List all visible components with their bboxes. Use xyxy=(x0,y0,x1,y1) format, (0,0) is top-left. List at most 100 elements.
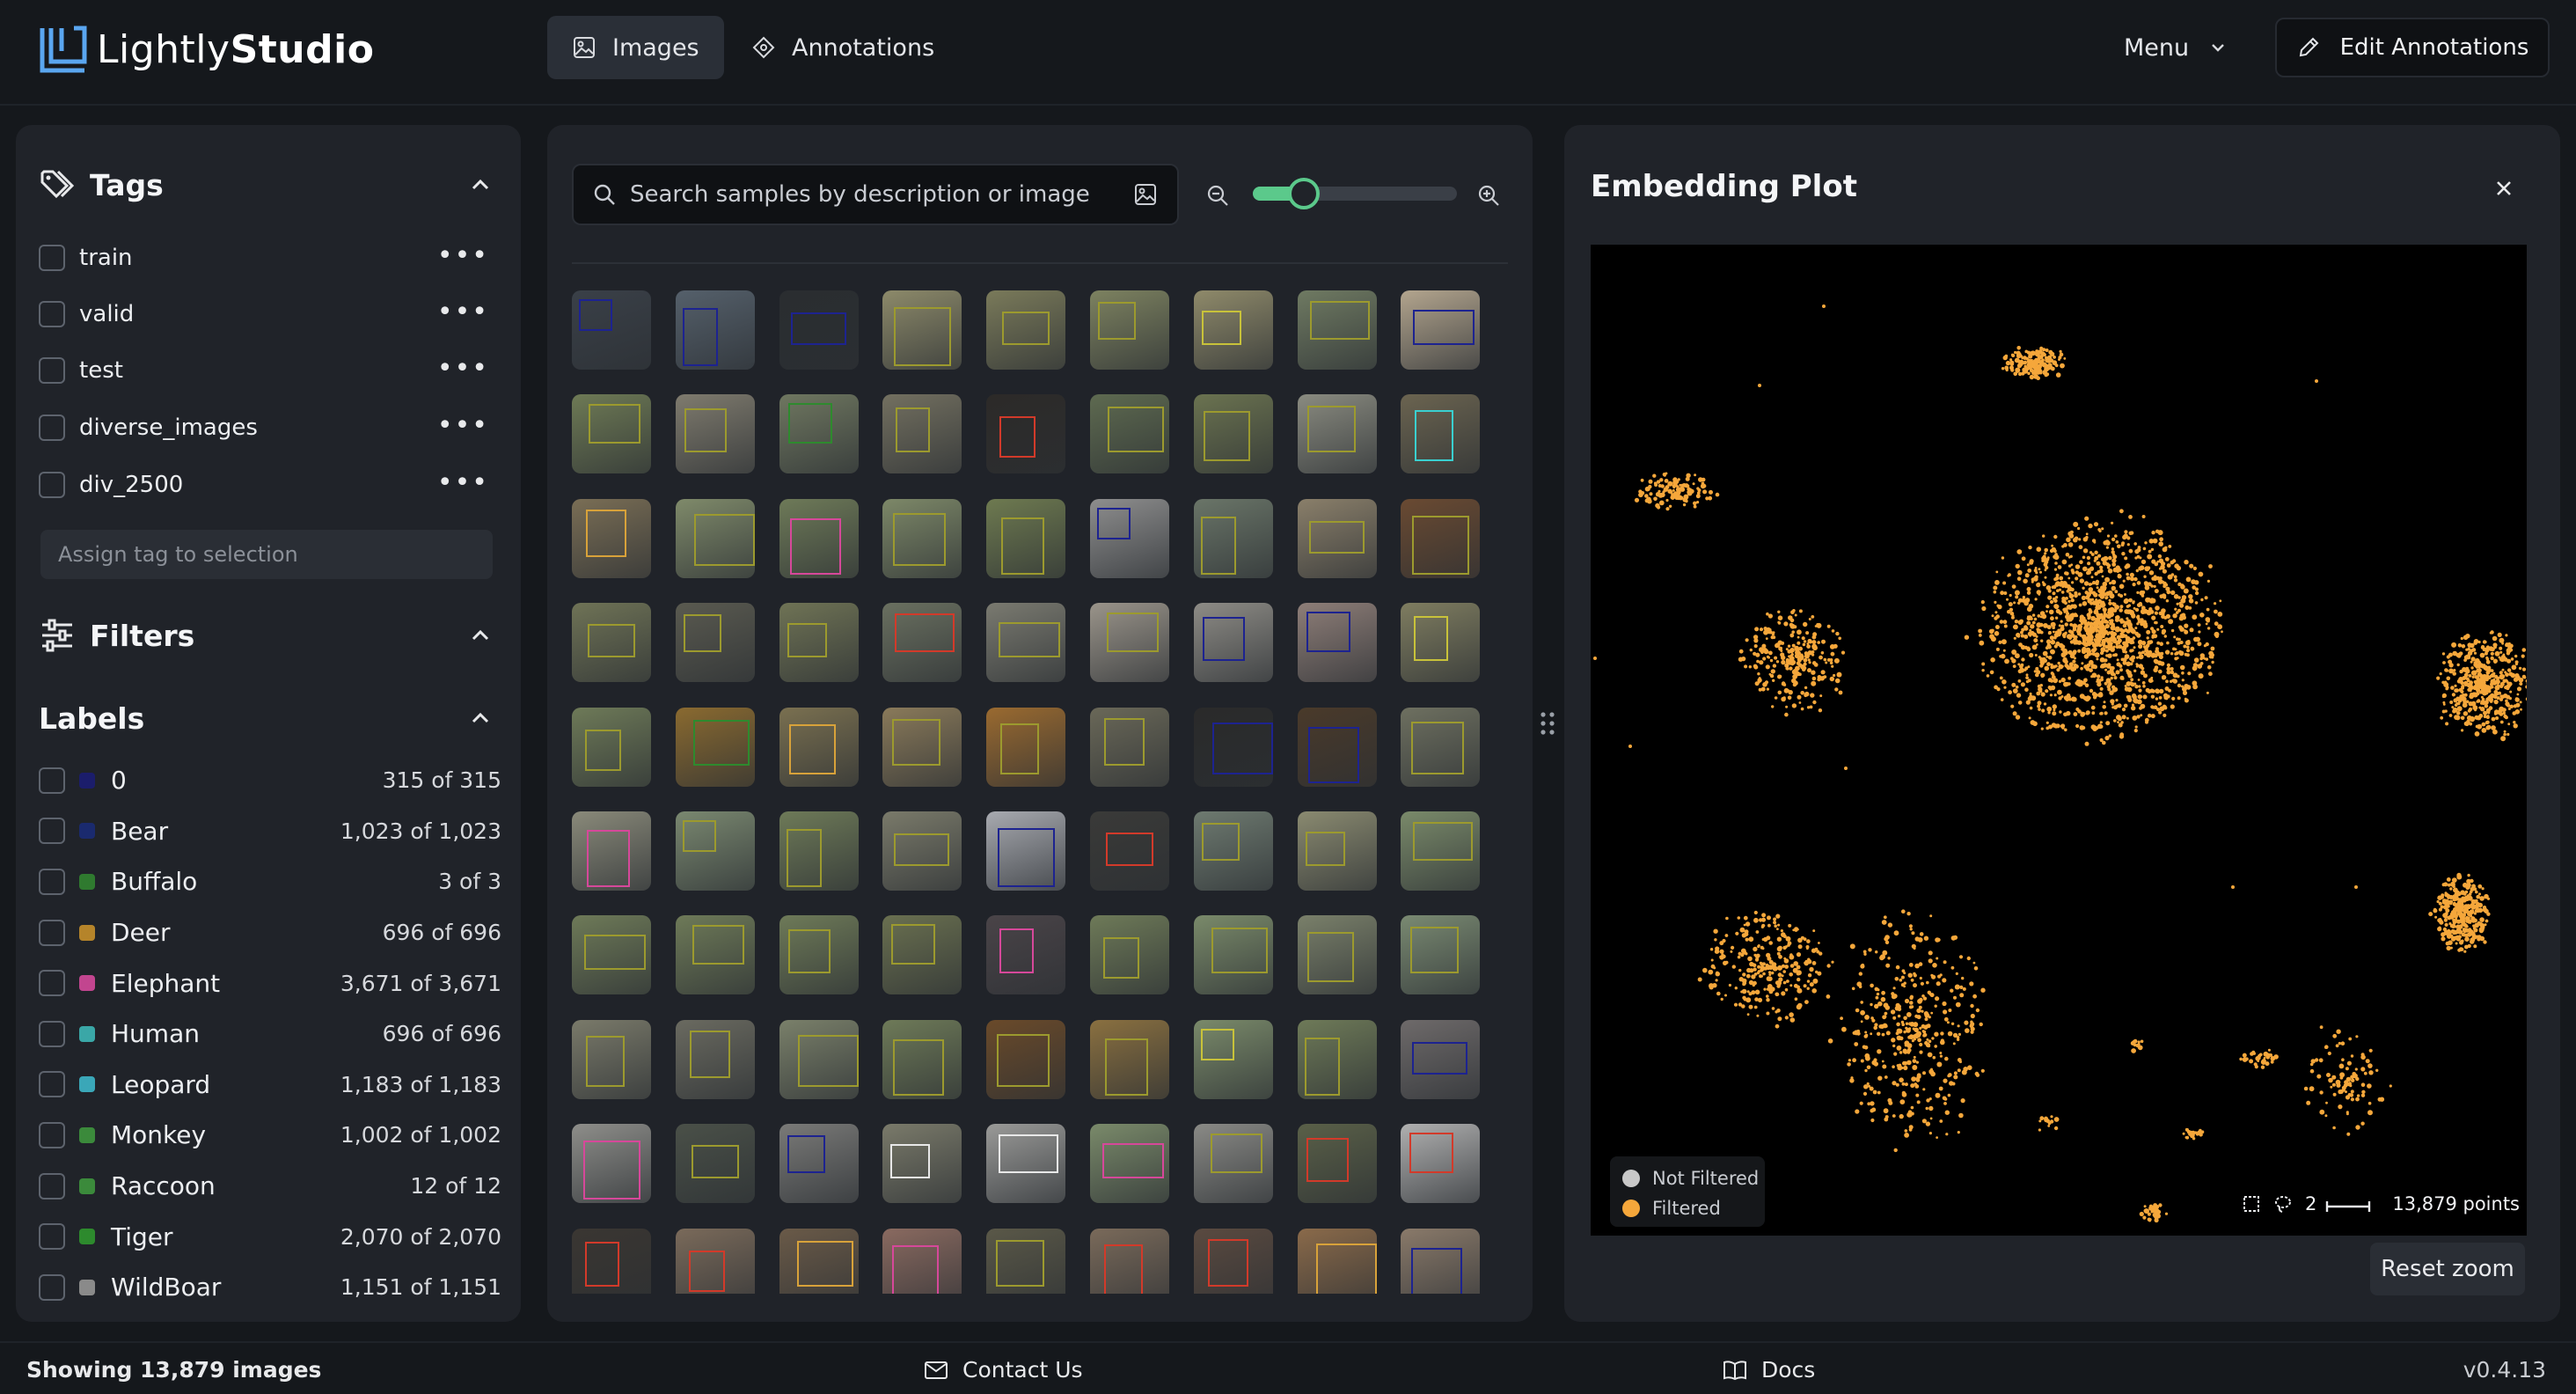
plot-point[interactable] xyxy=(1808,661,1811,664)
plot-point[interactable] xyxy=(2185,685,2192,690)
plot-point[interactable] xyxy=(2023,645,2028,649)
image-thumbnail[interactable] xyxy=(1090,603,1169,683)
plot-point[interactable] xyxy=(2111,685,2116,689)
plot-point[interactable] xyxy=(2500,674,2506,679)
plot-point[interactable] xyxy=(2485,659,2491,664)
plot-point[interactable] xyxy=(1911,943,1916,949)
plot-point[interactable] xyxy=(2451,693,2455,697)
plot-point[interactable] xyxy=(2148,570,2155,576)
plot-point[interactable] xyxy=(2014,590,2020,596)
plot-point[interactable] xyxy=(2166,663,2170,667)
plot-point[interactable] xyxy=(1804,691,1810,697)
plot-point[interactable] xyxy=(1928,1132,1932,1135)
plot-point[interactable] xyxy=(2505,701,2510,707)
plot-point[interactable] xyxy=(2004,658,2009,664)
plot-point[interactable] xyxy=(1936,1136,1938,1139)
plot-point[interactable] xyxy=(1777,674,1782,679)
plot-point[interactable] xyxy=(2467,873,2470,877)
plot-point[interactable] xyxy=(2338,1090,2341,1093)
plot-point[interactable] xyxy=(1708,495,1713,501)
plot-point[interactable] xyxy=(2021,627,2025,632)
plot-point[interactable] xyxy=(2164,583,2169,587)
plot-point[interactable] xyxy=(1724,994,1727,997)
plot-point[interactable] xyxy=(1806,979,1811,983)
plot-point[interactable] xyxy=(2206,627,2211,630)
plot-point[interactable] xyxy=(2188,594,2193,599)
chevron-up-icon[interactable] xyxy=(468,623,493,648)
image-thumbnail[interactable] xyxy=(572,290,651,370)
plot-point[interactable] xyxy=(1882,950,1888,956)
plot-point[interactable] xyxy=(1895,965,1900,970)
plot-point[interactable] xyxy=(2048,349,2053,355)
plot-point[interactable] xyxy=(2076,632,2081,636)
plot-point[interactable] xyxy=(1934,1031,1939,1037)
plot-point[interactable] xyxy=(2077,709,2082,714)
plot-point[interactable] xyxy=(1981,662,1986,666)
image-thumbnail[interactable] xyxy=(572,1124,651,1204)
plot-point[interactable] xyxy=(2389,1084,2392,1088)
plot-point[interactable] xyxy=(2064,601,2067,605)
plot-point[interactable] xyxy=(2152,538,2158,544)
image-thumbnail[interactable] xyxy=(572,1228,651,1294)
plot-point[interactable] xyxy=(2002,679,2007,685)
plot-point[interactable] xyxy=(1957,1131,1960,1134)
plot-point[interactable] xyxy=(1939,1054,1943,1058)
plot-point[interactable] xyxy=(2340,1041,2345,1046)
plot-point[interactable] xyxy=(2065,553,2070,557)
plot-point[interactable] xyxy=(2091,591,2097,596)
plot-point[interactable] xyxy=(1770,987,1775,992)
plot-point[interactable] xyxy=(1644,486,1650,492)
plot-point[interactable] xyxy=(2148,1206,2154,1211)
plot-point[interactable] xyxy=(2485,686,2490,692)
plot-point[interactable] xyxy=(2009,360,2013,363)
plot-point[interactable] xyxy=(2110,619,2114,623)
plot-point[interactable] xyxy=(1640,478,1644,482)
image-thumbnail[interactable] xyxy=(1090,290,1169,370)
plot-point[interactable] xyxy=(2033,638,2038,643)
plot-point[interactable] xyxy=(1831,664,1834,668)
plot-point[interactable] xyxy=(2479,652,2485,658)
plot-point[interactable] xyxy=(1807,658,1811,662)
plot-point[interactable] xyxy=(1928,1105,1934,1112)
plot-point[interactable] xyxy=(2206,664,2212,670)
plot-point[interactable] xyxy=(2082,601,2088,606)
plot-point[interactable] xyxy=(2149,688,2155,693)
plot-point[interactable] xyxy=(2146,610,2150,614)
plot-point[interactable] xyxy=(2303,1086,2309,1091)
plot-point[interactable] xyxy=(2153,584,2156,588)
plot-point[interactable] xyxy=(1747,956,1753,962)
plot-point[interactable] xyxy=(2177,608,2181,613)
plot-point[interactable] xyxy=(1944,1110,1950,1115)
plot-point[interactable] xyxy=(2465,654,2471,660)
plot-point[interactable] xyxy=(1892,1065,1895,1068)
plot-point[interactable] xyxy=(2488,697,2493,702)
plot-point[interactable] xyxy=(2046,662,2051,667)
plot-point[interactable] xyxy=(1872,1090,1877,1095)
labels-section-header[interactable]: Labels xyxy=(39,692,505,745)
plot-point[interactable] xyxy=(2111,588,2115,591)
plot-point[interactable] xyxy=(1919,932,1924,936)
plot-point[interactable] xyxy=(2041,708,2045,713)
plot-point[interactable] xyxy=(2047,656,2053,660)
plot-point[interactable] xyxy=(1818,708,1823,713)
plot-point[interactable] xyxy=(1917,1038,1921,1043)
plot-point[interactable] xyxy=(2452,929,2457,935)
plot-point[interactable] xyxy=(2153,576,2157,582)
plot-point[interactable] xyxy=(2473,680,2477,684)
image-thumbnail[interactable] xyxy=(1193,1228,1273,1294)
plot-point[interactable] xyxy=(1884,1075,1888,1079)
plot-point[interactable] xyxy=(1819,655,1823,660)
plot-point[interactable] xyxy=(2242,1057,2248,1062)
plot-point[interactable] xyxy=(2093,540,2097,544)
plot-point[interactable] xyxy=(2347,1082,2352,1086)
plot-point[interactable] xyxy=(2165,679,2169,684)
plot-point[interactable] xyxy=(2214,631,2220,637)
plot-point[interactable] xyxy=(2192,663,2198,668)
plot-point[interactable] xyxy=(1783,687,1789,693)
plot-point[interactable] xyxy=(2098,529,2102,532)
image-thumbnail[interactable] xyxy=(1297,1124,1377,1204)
image-thumbnail[interactable] xyxy=(882,915,962,995)
plot-point[interactable] xyxy=(2319,1025,2324,1030)
plot-point[interactable] xyxy=(2174,652,2177,656)
plot-point[interactable] xyxy=(1756,1014,1760,1017)
